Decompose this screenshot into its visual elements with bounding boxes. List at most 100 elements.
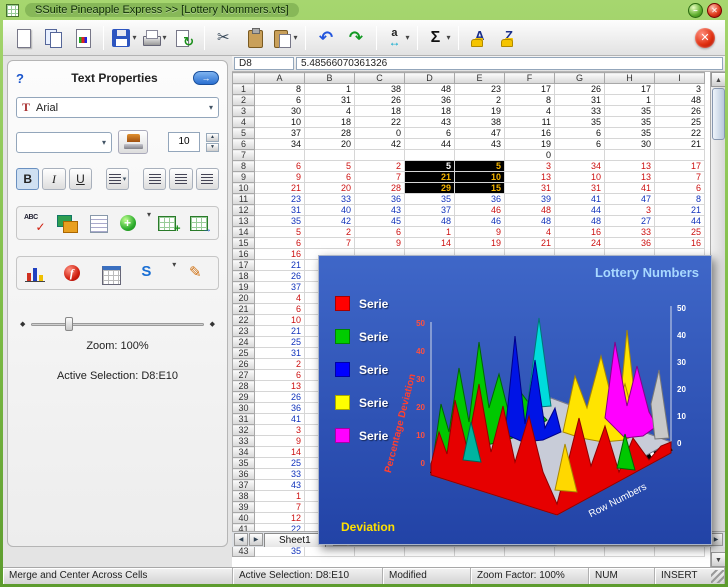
window-resize-grip[interactable] (711, 570, 724, 583)
notes-button[interactable] (84, 210, 113, 236)
cell-F7[interactable]: 0 (505, 150, 555, 161)
column-header-F[interactable]: F (505, 73, 555, 84)
cell-B11[interactable]: 33 (305, 194, 355, 205)
cell-A24[interactable]: 25 (255, 337, 305, 348)
font-color-select[interactable]: ▾ (16, 132, 112, 153)
cell-I12[interactable]: 21 (655, 205, 705, 216)
undo-button[interactable] (312, 23, 340, 53)
cell-I43[interactable] (655, 546, 705, 557)
align-justify-button[interactable] (196, 168, 219, 190)
chevron-down-icon[interactable]: ▾ (102, 138, 106, 147)
sheet-options-button[interactable] (97, 260, 127, 286)
cell-A21[interactable]: 6 (255, 304, 305, 315)
cell-H11[interactable]: 47 (605, 194, 655, 205)
zoom-slider-track[interactable] (31, 323, 203, 326)
row-header-3[interactable]: 3 (233, 106, 255, 117)
dropdown-arrow-icon[interactable]: ▾ (405, 33, 409, 42)
sort-descending-button[interactable] (495, 23, 523, 53)
align-center-button[interactable] (143, 168, 166, 190)
currency-format-button[interactable] (134, 260, 164, 286)
cell-A9[interactable]: 9 (255, 172, 305, 183)
cell-A2[interactable]: 6 (255, 95, 305, 106)
cell-D7[interactable] (405, 150, 455, 161)
cell-F3[interactable]: 4 (505, 106, 555, 117)
cell-A34[interactable]: 14 (255, 447, 305, 458)
cell-A17[interactable]: 21 (255, 260, 305, 271)
cell-C6[interactable]: 42 (355, 139, 405, 150)
cell-A1[interactable]: 8 (255, 84, 305, 95)
select-all-corner[interactable] (233, 73, 255, 84)
row-header-18[interactable]: 18 (233, 271, 255, 282)
bold-button[interactable]: B (16, 168, 39, 190)
cell-I5[interactable]: 22 (655, 128, 705, 139)
cell-A29[interactable]: 26 (255, 392, 305, 403)
cell-F8[interactable]: 3 (505, 161, 555, 172)
cell-I8[interactable]: 17 (655, 161, 705, 172)
cell-A32[interactable]: 3 (255, 425, 305, 436)
cell-A19[interactable]: 37 (255, 282, 305, 293)
cell-G9[interactable]: 10 (555, 172, 605, 183)
cell-B15[interactable]: 7 (305, 238, 355, 249)
cell-D6[interactable]: 44 (405, 139, 455, 150)
cell-F15[interactable]: 21 (505, 238, 555, 249)
help-button[interactable]: ? (16, 71, 36, 86)
cell-A10[interactable]: 21 (255, 183, 305, 194)
cell-D13[interactable]: 48 (405, 216, 455, 227)
dropdown-arrow-icon[interactable]: ▾ (162, 33, 166, 42)
cell-E6[interactable]: 43 (455, 139, 505, 150)
cell-B6[interactable]: 20 (305, 139, 355, 150)
cell-H12[interactable]: 3 (605, 205, 655, 216)
row-header-32[interactable]: 32 (233, 425, 255, 436)
cell-H2[interactable]: 1 (605, 95, 655, 106)
row-header-16[interactable]: 16 (233, 249, 255, 260)
row-header-39[interactable]: 39 (233, 502, 255, 513)
cell-E12[interactable]: 46 (455, 205, 505, 216)
row-header-6[interactable]: 6 (233, 139, 255, 150)
cell-B12[interactable]: 40 (305, 205, 355, 216)
cell-A36[interactable]: 33 (255, 469, 305, 480)
cell-F2[interactable]: 8 (505, 95, 555, 106)
cell-A7[interactable] (255, 150, 305, 161)
cell-C8[interactable]: 2 (355, 161, 405, 172)
row-header-13[interactable]: 13 (233, 216, 255, 227)
embedded-chart[interactable]: 01020304050 01020304050 Percentage Devia… (318, 255, 712, 545)
cell-I15[interactable]: 16 (655, 238, 705, 249)
cell-A28[interactable]: 13 (255, 381, 305, 392)
spin-down-icon[interactable]: ▼ (206, 143, 219, 152)
close-button[interactable]: ✕ (707, 3, 722, 18)
underline-button[interactable]: U (69, 168, 92, 190)
row-header-31[interactable]: 31 (233, 414, 255, 425)
row-header-15[interactable]: 15 (233, 238, 255, 249)
cell-H1[interactable]: 17 (605, 84, 655, 95)
cell-A31[interactable]: 41 (255, 414, 305, 425)
row-header-7[interactable]: 7 (233, 150, 255, 161)
cell-F1[interactable]: 17 (505, 84, 555, 95)
cell-E43[interactable] (455, 546, 505, 557)
cell-H14[interactable]: 33 (605, 227, 655, 238)
chevron-down-icon[interactable]: ▾ (209, 103, 213, 112)
column-header-H[interactable]: H (605, 73, 655, 84)
cell-C43[interactable] (355, 546, 405, 557)
cell-H5[interactable]: 35 (605, 128, 655, 139)
row-header-26[interactable]: 26 (233, 359, 255, 370)
cell-B4[interactable]: 18 (305, 117, 355, 128)
save-button[interactable]: ▾ (110, 23, 138, 53)
cell-B2[interactable]: 31 (305, 95, 355, 106)
row-header-40[interactable]: 40 (233, 513, 255, 524)
cell-C7[interactable] (355, 150, 405, 161)
cell-H4[interactable]: 35 (605, 117, 655, 128)
cell-A33[interactable]: 9 (255, 436, 305, 447)
cell-D14[interactable]: 1 (405, 227, 455, 238)
cell-G11[interactable]: 41 (555, 194, 605, 205)
cell-F12[interactable]: 48 (505, 205, 555, 216)
cell-G1[interactable]: 26 (555, 84, 605, 95)
cell-B10[interactable]: 20 (305, 183, 355, 194)
scroll-up-button[interactable]: ▲ (711, 72, 725, 87)
cell-A20[interactable]: 4 (255, 293, 305, 304)
cell-I9[interactable]: 7 (655, 172, 705, 183)
cell-A5[interactable]: 37 (255, 128, 305, 139)
cell-B14[interactable]: 2 (305, 227, 355, 238)
cell-A39[interactable]: 7 (255, 502, 305, 513)
cell-F6[interactable]: 19 (505, 139, 555, 150)
cell-C9[interactable]: 7 (355, 172, 405, 183)
